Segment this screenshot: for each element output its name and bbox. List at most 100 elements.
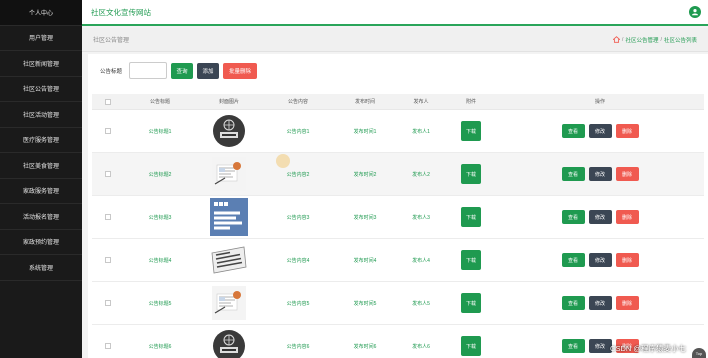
edit-button[interactable]: 修改 [588, 296, 612, 310]
sidebar-item-label: 社区活动管理 [22, 112, 59, 119]
sidebar-item-notices[interactable]: 社区公告管理 [0, 77, 82, 102]
watermark: CSDN @程序猿麦小七 [610, 344, 686, 353]
notice-content: 公告内容1 [286, 128, 310, 135]
edit-button[interactable]: 修改 [588, 167, 612, 181]
notice-title: 公告标题1 [148, 128, 172, 135]
delete-button[interactable]: 删除 [615, 124, 639, 138]
row-actions: 查看 修改 删除 [496, 253, 704, 267]
sidebar-item-label: 系统管理 [28, 265, 53, 272]
notice-title-input[interactable] [129, 62, 168, 79]
delete-button[interactable]: 删除 [615, 167, 639, 181]
bbc-world-news-icon [210, 198, 248, 236]
sidebar-item-signup[interactable]: 活动报名管理 [0, 204, 82, 230]
row-checkbox[interactable] [105, 343, 111, 349]
view-button[interactable]: 查看 [561, 253, 585, 267]
sidebar-item-food[interactable]: 社区美食管理 [0, 153, 82, 179]
download-button[interactable]: 下载 [461, 121, 481, 141]
row-actions: 查看 修改 删除 [496, 124, 704, 138]
download-button[interactable]: 下载 [461, 164, 481, 184]
home-icon[interactable] [612, 36, 621, 43]
header-operations: 操作 [594, 99, 605, 105]
publisher: 发布人5 [412, 300, 430, 307]
notice-content: 公告内容5 [286, 300, 310, 307]
row-actions: 查看 修改 删除 [496, 210, 704, 224]
view-button[interactable]: 查看 [561, 339, 585, 353]
sidebar-item-medical[interactable]: 医疗服务管理 [0, 128, 82, 153]
user-icon[interactable] [689, 6, 701, 18]
row-actions: 查看 修改 删除 [496, 296, 704, 310]
download-button[interactable]: 下载 [461, 250, 481, 270]
edit-button[interactable]: 修改 [588, 253, 612, 267]
world-news-globe-icon [210, 327, 248, 358]
delete-button[interactable]: 删除 [615, 210, 639, 224]
delete-button[interactable]: 删除 [615, 296, 639, 310]
notice-title: 公告标题4 [148, 257, 172, 264]
main-panel: 公告标题 查询 添加 批量删除 公告标题 封面图片 公告内容 发布时间 发布人 … [88, 54, 708, 358]
header-publisher[interactable]: 发布人 [396, 98, 446, 105]
delete-button[interactable]: 删除 [615, 253, 639, 267]
row-checkbox[interactable] [105, 128, 111, 134]
view-button[interactable]: 查看 [561, 296, 585, 310]
notice-table: 公告标题 封面图片 公告内容 发布时间 发布人 附件 操作 公告标题1 公告内容… [92, 94, 704, 358]
sidebar-item-housekeeping[interactable]: 家政服务管理 [0, 179, 82, 204]
breadcrumb-item-notice-manage[interactable]: 社区公告管理 [625, 36, 658, 44]
publisher: 发布人6 [412, 343, 430, 350]
publisher: 发布人4 [412, 257, 430, 264]
publish-time: 发布时间5 [353, 300, 377, 307]
header-content[interactable]: 公告内容 [262, 98, 334, 105]
row-checkbox[interactable] [105, 257, 111, 263]
notice-content: 公告内容3 [286, 214, 310, 221]
sidebar-item-users[interactable]: 用户管理 [0, 26, 82, 51]
edit-button[interactable]: 修改 [588, 124, 612, 138]
row-checkbox[interactable] [105, 214, 111, 220]
edit-button[interactable]: 修改 [588, 210, 612, 224]
edit-button[interactable]: 修改 [588, 339, 612, 353]
row-checkbox[interactable] [105, 300, 111, 306]
select-all-checkbox[interactable] [105, 98, 111, 105]
sidebar-item-booking[interactable]: 家政预约管理 [0, 230, 82, 255]
add-button[interactable]: 添加 [197, 62, 220, 79]
sidebar-item-system[interactable]: 系统管理 [0, 255, 82, 281]
sidebar-item-label: 家政预约管理 [22, 240, 59, 247]
table-row: 公告标题4 公告内容4 发布时间4 发布人4 下载 查看 修改 删除 [92, 239, 704, 282]
view-button[interactable]: 查看 [561, 167, 585, 181]
notice-title: 公告标题5 [148, 300, 172, 307]
notice-title: 公告标题6 [148, 343, 172, 350]
table-row: 公告标题1 公告内容1 发布时间1 发布人1 下载 查看 修改 删除 [92, 110, 704, 153]
sidebar-item-label: 个人中心 [28, 10, 53, 17]
top-bar: 社区文化宣传网站 [82, 0, 708, 26]
view-button[interactable]: 查看 [561, 124, 585, 138]
sidebar-item-news[interactable]: 社区新闻管理 [0, 51, 82, 77]
download-button[interactable]: 下载 [461, 207, 481, 227]
table-header: 公告标题 封面图片 公告内容 发布时间 发布人 附件 操作 [92, 94, 704, 110]
notice-content: 公告内容4 [286, 257, 310, 264]
sidebar-item-label: 用户管理 [28, 36, 53, 43]
sidebar-item-profile[interactable]: 个人中心 [0, 0, 82, 26]
publisher: 发布人1 [412, 128, 430, 135]
download-button[interactable]: 下载 [461, 293, 481, 313]
sidebar: 个人中心 用户管理 社区新闻管理 社区公告管理 社区活动管理 医疗服务管理 社区… [0, 0, 82, 358]
header-time[interactable]: 发布时间 [334, 98, 396, 105]
breadcrumb-bar: 社区公告管理 / 社区公告管理 / 社区公告列表 [82, 28, 708, 52]
search-button[interactable]: 查询 [171, 62, 194, 79]
news-paper-icon [210, 241, 248, 279]
notice-content: 公告内容2 [286, 171, 310, 178]
sidebar-item-activities[interactable]: 社区活动管理 [0, 102, 82, 128]
publisher: 发布人2 [412, 171, 430, 178]
notice-title: 公告标题2 [148, 171, 172, 178]
header-title[interactable]: 公告标题 [124, 98, 196, 105]
row-checkbox[interactable] [105, 171, 111, 177]
sidebar-item-label: 家政服务管理 [22, 189, 59, 196]
back-to-top-button[interactable]: Top [692, 348, 706, 358]
download-button[interactable]: 下载 [461, 336, 481, 356]
breadcrumb-separator: / [660, 36, 662, 43]
breadcrumb: / 社区公告管理 / 社区公告列表 [612, 36, 697, 44]
sidebar-item-label: 社区美食管理 [22, 163, 59, 170]
batch-delete-button[interactable]: 批量删除 [223, 62, 258, 79]
header-image: 封面图片 [218, 99, 239, 105]
search-label: 公告标题 [100, 68, 123, 75]
publish-time: 发布时间3 [353, 214, 377, 221]
view-button[interactable]: 查看 [561, 210, 585, 224]
breadcrumb-item-notice-list[interactable]: 社区公告列表 [664, 36, 697, 44]
cursor-highlight [276, 154, 290, 168]
